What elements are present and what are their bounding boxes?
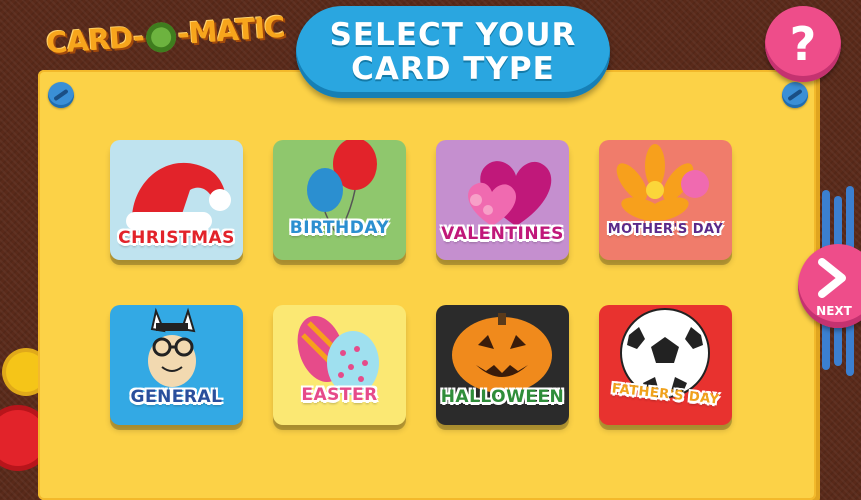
card-type-mothers-day[interactable]: MOTHER'S DAY [599, 140, 732, 260]
card-label: EASTER [301, 385, 378, 405]
card-label: CHRISTMAS [118, 228, 235, 248]
next-button-label: NEXT [816, 304, 852, 318]
card-type-halloween[interactable]: HALLOWEEN [436, 305, 569, 425]
card-label: VALENTINES [441, 224, 564, 244]
card-label: MOTHER'S DAY [607, 222, 724, 237]
chevron-right-icon [818, 258, 846, 298]
card-type-general[interactable]: GENERAL [110, 305, 243, 425]
logo-text: CARD- -MATIC [45, 9, 286, 61]
screw-icon [48, 82, 74, 108]
flower-icon [616, 144, 709, 221]
title-line-1: SELECT YOUR [329, 17, 577, 53]
card-label: GENERAL [130, 387, 223, 407]
easter-eggs-icon [297, 315, 379, 395]
card-type-birthday[interactable]: BIRTHDAY [273, 140, 406, 260]
pumpkin-icon [452, 313, 552, 393]
card-board [38, 70, 816, 500]
screw-icon [782, 82, 808, 108]
balloons-icon [307, 140, 377, 237]
app-logo: CARD- -MATIC [45, 8, 292, 62]
card-type-fathers-day[interactable]: FATHER'S DAY [599, 305, 732, 425]
card-type-easter[interactable]: EASTER [273, 305, 406, 425]
card-label: BIRTHDAY [289, 218, 390, 238]
gear-o-icon [144, 21, 177, 54]
card-type-christmas[interactable]: CHRISTMAS [110, 140, 243, 260]
help-button[interactable]: ? [765, 6, 841, 82]
title-line-2: CARD TYPE [351, 51, 555, 87]
help-button-label: ? [789, 17, 817, 71]
card-type-valentines[interactable]: VALENTINES [436, 140, 569, 260]
card-label: HALLOWEEN [440, 387, 565, 407]
page-title: SELECT YOUR CARD TYPE [296, 6, 610, 98]
zebra-icon [148, 307, 196, 387]
